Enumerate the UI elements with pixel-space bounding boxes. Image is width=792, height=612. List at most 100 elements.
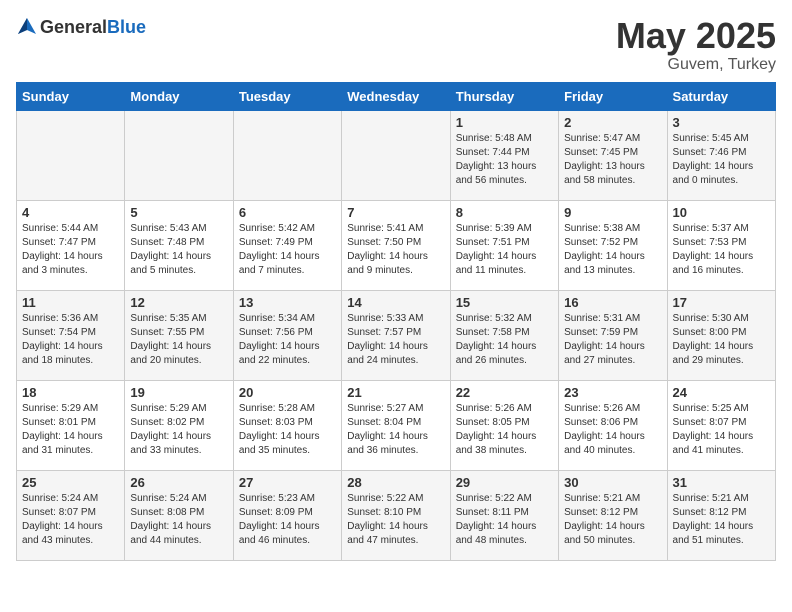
calendar-cell: 22 Sunrise: 5:26 AM Sunset: 8:05 PM Dayli…: [450, 380, 558, 470]
col-sunday: Sunday: [17, 82, 125, 110]
day-info: Sunrise: 5:38 AM Sunset: 7:52 PM Dayligh…: [564, 222, 661, 278]
day-number: 24: [673, 385, 770, 400]
day-number: 3: [673, 115, 770, 130]
calendar-cell: 11Sunrise: 5:36 AM Sunset: 7:54 PM Dayli…: [17, 290, 125, 380]
day-number: 16: [564, 295, 661, 310]
logo-general: General: [40, 17, 107, 37]
day-number: 4: [22, 205, 119, 220]
calendar-cell: 18Sunrise: 5:29 AM Sunset: 8:01 PM Dayli…: [17, 380, 125, 470]
col-thursday: Thursday: [450, 82, 558, 110]
day-number: 29: [456, 475, 553, 490]
calendar-cell: [233, 110, 341, 200]
calendar-cell: 7 Sunrise: 5:41 AM Sunset: 7:50 PM Daylig…: [342, 200, 450, 290]
day-info: Sunrise: 5:41 AM Sunset: 7:50 PM Dayligh…: [347, 222, 444, 278]
page-header: GeneralBlue May 2025 Guvem, Turkey: [16, 16, 776, 74]
calendar-cell: 23Sunrise: 5:26 AM Sunset: 8:06 PM Dayli…: [559, 380, 667, 470]
day-number: 5: [130, 205, 227, 220]
calendar-cell: 21 Sunrise: 5:27 AM Sunset: 8:04 PM Dayli…: [342, 380, 450, 470]
day-info: Sunrise: 5:24 AM Sunset: 8:07 PM Dayligh…: [22, 492, 119, 548]
col-wednesday: Wednesday: [342, 82, 450, 110]
calendar-cell: 12Sunrise: 5:35 AM Sunset: 7:55 PM Dayli…: [125, 290, 233, 380]
logo: GeneralBlue: [16, 16, 146, 38]
col-friday: Friday: [559, 82, 667, 110]
col-saturday: Saturday: [667, 82, 775, 110]
calendar-cell: [17, 110, 125, 200]
day-info: Sunrise: 5:45 AM Sunset: 7:46 PM Dayligh…: [673, 132, 770, 188]
day-info: Sunrise: 5:47 AM Sunset: 7:45 PM Dayligh…: [564, 132, 661, 188]
calendar-cell: 10 Sunrise: 5:37 AM Sunset: 7:53 PM Dayli…: [667, 200, 775, 290]
calendar-cell: 27Sunrise: 5:23 AM Sunset: 8:09 PM Dayli…: [233, 470, 341, 560]
calendar-cell: 28 Sunrise: 5:22 AM Sunset: 8:10 PM Dayli…: [342, 470, 450, 560]
day-number: 2: [564, 115, 661, 130]
day-info: Sunrise: 5:25 AM Sunset: 8:07 PM Dayligh…: [673, 402, 770, 458]
day-number: 10: [673, 205, 770, 220]
day-number: 12: [130, 295, 227, 310]
day-number: 7: [347, 205, 444, 220]
calendar-header: Sunday Monday Tuesday Wednesday Thursday…: [17, 82, 776, 110]
day-info: Sunrise: 5:33 AM Sunset: 7:57 PM Dayligh…: [347, 312, 444, 368]
day-info: Sunrise: 5:21 AM Sunset: 8:12 PM Dayligh…: [564, 492, 661, 548]
day-info: Sunrise: 5:24 AM Sunset: 8:08 PM Dayligh…: [130, 492, 227, 548]
logo-text: GeneralBlue: [40, 17, 146, 38]
day-info: Sunrise: 5:27 AM Sunset: 8:04 PM Dayligh…: [347, 402, 444, 458]
day-info: Sunrise: 5:29 AM Sunset: 8:01 PM Dayligh…: [22, 402, 119, 458]
calendar-cell: 13 Sunrise: 5:34 AM Sunset: 7:56 PM Dayli…: [233, 290, 341, 380]
day-info: Sunrise: 5:23 AM Sunset: 8:09 PM Dayligh…: [239, 492, 336, 548]
day-info: Sunrise: 5:28 AM Sunset: 8:03 PM Dayligh…: [239, 402, 336, 458]
calendar-body: 1Sunrise: 5:48 AM Sunset: 7:44 PM Daylig…: [17, 110, 776, 560]
calendar-cell: 17 Sunrise: 5:30 AM Sunset: 8:00 PM Dayli…: [667, 290, 775, 380]
day-number: 13: [239, 295, 336, 310]
day-number: 14: [347, 295, 444, 310]
day-info: Sunrise: 5:26 AM Sunset: 8:05 PM Dayligh…: [456, 402, 553, 458]
calendar-week-0: 1Sunrise: 5:48 AM Sunset: 7:44 PM Daylig…: [17, 110, 776, 200]
logo-icon: [16, 16, 38, 38]
calendar-cell: [342, 110, 450, 200]
calendar-cell: 16 Sunrise: 5:31 AM Sunset: 7:59 PM Dayli…: [559, 290, 667, 380]
calendar-cell: 5 Sunrise: 5:43 AM Sunset: 7:48 PM Daylig…: [125, 200, 233, 290]
calendar-cell: 4Sunrise: 5:44 AM Sunset: 7:47 PM Daylig…: [17, 200, 125, 290]
calendar-cell: 2 Sunrise: 5:47 AM Sunset: 7:45 PM Daylig…: [559, 110, 667, 200]
calendar-cell: 31Sunrise: 5:21 AM Sunset: 8:12 PM Dayli…: [667, 470, 775, 560]
day-info: Sunrise: 5:30 AM Sunset: 8:00 PM Dayligh…: [673, 312, 770, 368]
calendar-cell: 24 Sunrise: 5:25 AM Sunset: 8:07 PM Dayli…: [667, 380, 775, 470]
day-number: 15: [456, 295, 553, 310]
calendar-cell: 1Sunrise: 5:48 AM Sunset: 7:44 PM Daylig…: [450, 110, 558, 200]
day-number: 1: [456, 115, 553, 130]
calendar-week-1: 4Sunrise: 5:44 AM Sunset: 7:47 PM Daylig…: [17, 200, 776, 290]
day-number: 9: [564, 205, 661, 220]
day-info: Sunrise: 5:34 AM Sunset: 7:56 PM Dayligh…: [239, 312, 336, 368]
day-number: 22: [456, 385, 553, 400]
calendar-table: Sunday Monday Tuesday Wednesday Thursday…: [16, 82, 776, 561]
day-number: 19: [130, 385, 227, 400]
day-number: 31: [673, 475, 770, 490]
day-number: 25: [22, 475, 119, 490]
calendar-cell: 6 Sunrise: 5:42 AM Sunset: 7:49 PM Daylig…: [233, 200, 341, 290]
month-title: May 2025: [616, 16, 776, 56]
day-info: Sunrise: 5:22 AM Sunset: 8:11 PM Dayligh…: [456, 492, 553, 548]
day-info: Sunrise: 5:37 AM Sunset: 7:53 PM Dayligh…: [673, 222, 770, 278]
col-tuesday: Tuesday: [233, 82, 341, 110]
day-info: Sunrise: 5:31 AM Sunset: 7:59 PM Dayligh…: [564, 312, 661, 368]
calendar-cell: 30 Sunrise: 5:21 AM Sunset: 8:12 PM Dayli…: [559, 470, 667, 560]
calendar-week-3: 18Sunrise: 5:29 AM Sunset: 8:01 PM Dayli…: [17, 380, 776, 470]
day-number: 11: [22, 295, 119, 310]
day-number: 23: [564, 385, 661, 400]
day-number: 30: [564, 475, 661, 490]
calendar-cell: 19Sunrise: 5:29 AM Sunset: 8:02 PM Dayli…: [125, 380, 233, 470]
calendar-cell: 3 Sunrise: 5:45 AM Sunset: 7:46 PM Daylig…: [667, 110, 775, 200]
day-number: 21: [347, 385, 444, 400]
day-number: 6: [239, 205, 336, 220]
calendar-cell: 20 Sunrise: 5:28 AM Sunset: 8:03 PM Dayli…: [233, 380, 341, 470]
calendar-cell: 14 Sunrise: 5:33 AM Sunset: 7:57 PM Dayli…: [342, 290, 450, 380]
day-number: 20: [239, 385, 336, 400]
day-info: Sunrise: 5:43 AM Sunset: 7:48 PM Dayligh…: [130, 222, 227, 278]
day-number: 28: [347, 475, 444, 490]
logo-blue: Blue: [107, 17, 146, 37]
calendar-cell: 25 Sunrise: 5:24 AM Sunset: 8:07 PM Dayli…: [17, 470, 125, 560]
day-number: 17: [673, 295, 770, 310]
day-number: 26: [130, 475, 227, 490]
day-info: Sunrise: 5:22 AM Sunset: 8:10 PM Dayligh…: [347, 492, 444, 548]
day-info: Sunrise: 5:42 AM Sunset: 7:49 PM Dayligh…: [239, 222, 336, 278]
title-block: May 2025 Guvem, Turkey: [616, 16, 776, 74]
day-number: 8: [456, 205, 553, 220]
